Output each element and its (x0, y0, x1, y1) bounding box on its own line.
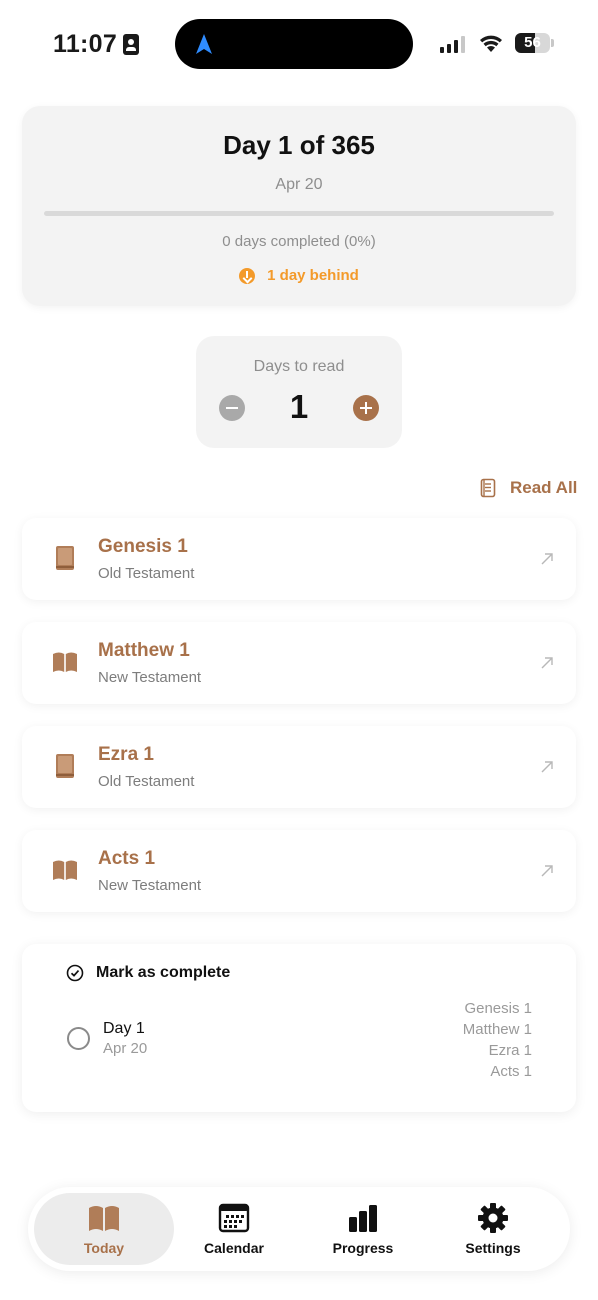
gear-icon (478, 1203, 508, 1233)
progress-bar (44, 211, 554, 216)
tab-progress[interactable]: Progress (293, 1193, 433, 1265)
read-all-button[interactable]: Read All (480, 478, 577, 498)
tab-calendar[interactable]: Calendar (164, 1193, 304, 1265)
entry-reading: Matthew 1 (462, 1021, 532, 1038)
tab-label: Settings (465, 1240, 521, 1256)
wifi-icon (480, 35, 502, 52)
current-date: Apr 20 (275, 176, 323, 193)
entry-date: Apr 20 (103, 1040, 148, 1057)
closed-book-icon (56, 546, 74, 570)
behind-status: 1 day behind (22, 267, 576, 284)
entry-readings-list: Genesis 1 Matthew 1 Ezra 1 Acts 1 (463, 998, 532, 1082)
battery-level-text: 56 (524, 34, 541, 51)
chapter-card-matthew-1[interactable]: Matthew 1 New Testament (22, 622, 576, 704)
entry-reading: Acts 1 (490, 1063, 532, 1080)
tab-settings[interactable]: Settings (423, 1193, 563, 1265)
document-icon (480, 478, 496, 498)
chapter-testament: Old Testament (98, 773, 195, 790)
chapter-card-ezra-1[interactable]: Ezra 1 Old Testament (22, 726, 576, 808)
entry-reading: Genesis 1 (464, 1000, 532, 1017)
days-to-read-label: Days to read (253, 358, 345, 375)
external-link-icon[interactable] (539, 551, 555, 567)
tab-bar: Today Calendar Progress Settings (28, 1187, 570, 1271)
navigation-arrow-icon (196, 34, 212, 54)
tab-label: Progress (332, 1240, 394, 1256)
status-bar: 11:07 56 (0, 18, 598, 70)
chapter-testament: Old Testament (98, 565, 195, 582)
status-time: 11:07 (53, 30, 140, 59)
chapter-title: Genesis 1 (98, 536, 188, 557)
mark-complete-heading-text: Mark as complete (96, 964, 231, 981)
status-time-text: 11:07 (53, 30, 118, 58)
contact-card-icon (123, 34, 140, 55)
chapter-card-acts-1[interactable]: Acts 1 New Testament (22, 830, 576, 912)
external-link-icon[interactable] (539, 863, 555, 879)
entry-reading: Ezra 1 (488, 1042, 532, 1059)
chapter-title: Matthew 1 (98, 640, 190, 661)
chapter-title: Ezra 1 (98, 744, 154, 765)
chapter-testament: New Testament (98, 877, 202, 894)
mark-complete-card: Mark as complete Day 1 Apr 20 Genesis 1 … (22, 944, 576, 1112)
bar-chart-icon (349, 1205, 377, 1232)
closed-book-icon (56, 754, 74, 778)
calendar-icon (218, 1203, 250, 1233)
read-all-label: Read All (510, 478, 578, 497)
completed-count: 0 days completed (0%) (222, 233, 376, 250)
chapter-testament: New Testament (98, 669, 202, 686)
behind-status-text: 1 day behind (267, 267, 359, 284)
mark-complete-heading: Mark as complete (66, 964, 230, 982)
tab-today[interactable]: Today (34, 1193, 174, 1265)
external-link-icon[interactable] (539, 759, 555, 775)
checkmark-circle-icon (66, 964, 84, 982)
days-to-read-stepper: Days to read 1 (196, 336, 402, 448)
day-title: Day 1 of 365 (223, 130, 375, 160)
tab-label: Calendar (204, 1240, 264, 1256)
chapter-title: Acts 1 (98, 848, 156, 869)
plan-progress-card: Day 1 of 365 Apr 20 0 days completed (0%… (22, 106, 576, 306)
battery-icon: 56 (515, 33, 554, 53)
open-book-icon (89, 1206, 119, 1231)
chapter-card-genesis-1[interactable]: Genesis 1 Old Testament (22, 518, 576, 600)
external-link-icon[interactable] (539, 655, 555, 671)
open-book-icon (53, 860, 77, 880)
today-screen: 11:07 56 Day 1 of 365 Apr 20 0 days comp… (0, 0, 598, 1300)
entry-day: Day 1 (103, 1020, 145, 1037)
cellular-signal-icon (440, 36, 465, 53)
increase-days-button[interactable] (353, 395, 379, 421)
arrow-down-circle-icon (239, 267, 256, 284)
tab-label: Today (83, 1240, 125, 1256)
day-complete-radio[interactable] (67, 1027, 90, 1050)
dynamic-island (175, 19, 413, 69)
open-book-icon (53, 652, 77, 672)
